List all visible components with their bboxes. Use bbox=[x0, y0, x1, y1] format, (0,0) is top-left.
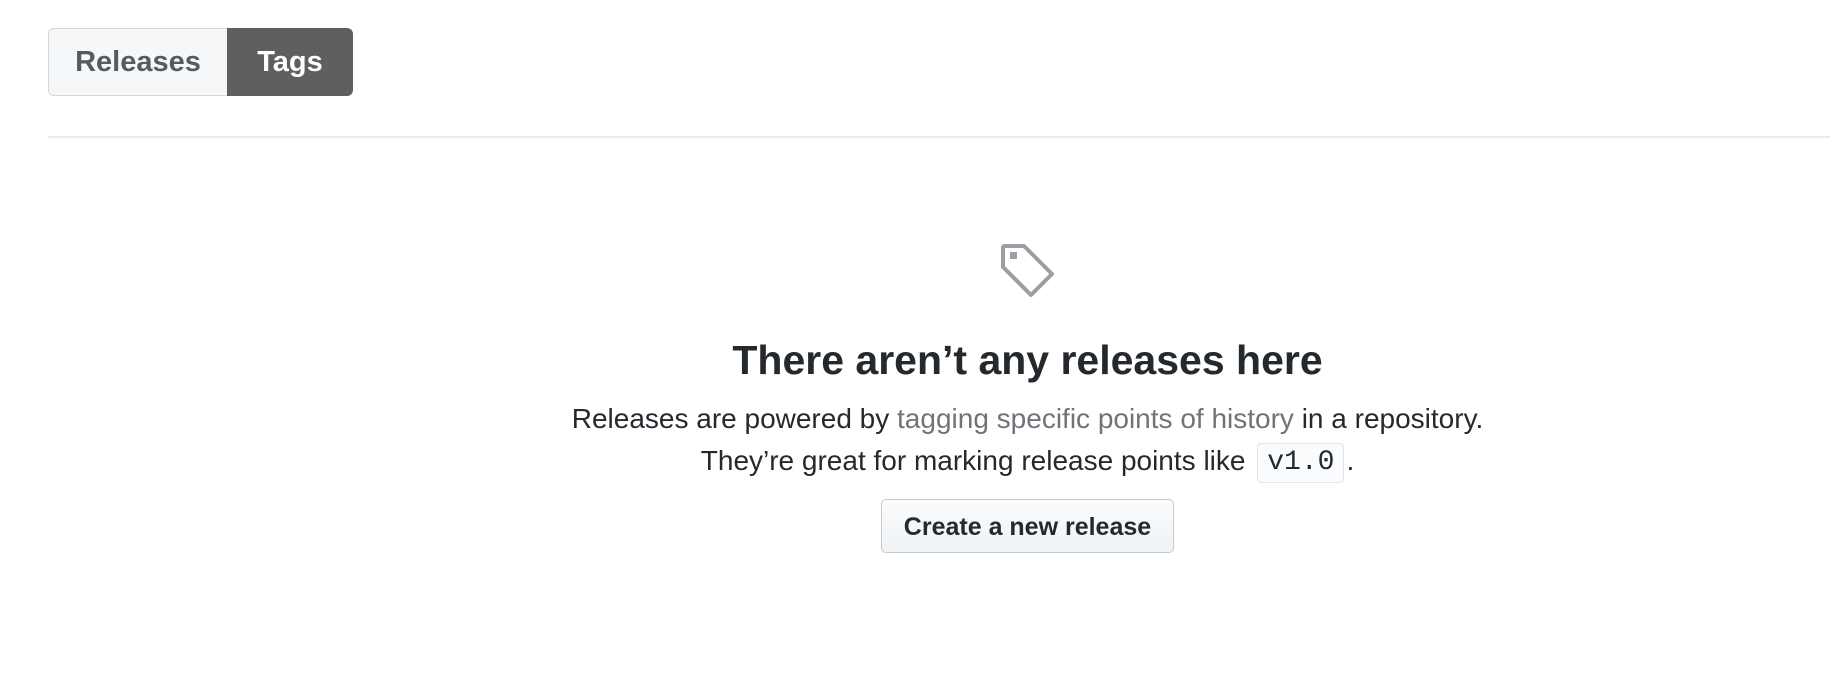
tab-releases[interactable]: Releases bbox=[48, 28, 227, 96]
description-text-3: They’re great for marking release points… bbox=[700, 445, 1254, 476]
empty-state-description: Releases are powered by tagging specific… bbox=[450, 398, 1605, 483]
create-release-button[interactable]: Create a new release bbox=[880, 498, 1175, 553]
description-text-4: . bbox=[1346, 445, 1355, 476]
section-divider bbox=[48, 136, 1830, 138]
description-text-2: in a repository. bbox=[1293, 403, 1484, 434]
releases-tags-switcher: Releases Tags bbox=[48, 28, 353, 96]
tab-tags[interactable]: Tags bbox=[227, 28, 353, 96]
empty-state: There aren’t any releases here Releases … bbox=[450, 240, 1605, 553]
version-example-code: v1.0 bbox=[1257, 442, 1345, 483]
empty-state-title: There aren’t any releases here bbox=[732, 337, 1323, 383]
description-text-1: Releases are powered by bbox=[571, 403, 898, 434]
tag-icon bbox=[1000, 244, 1054, 297]
tagging-help-link[interactable]: tagging specific points of history bbox=[897, 403, 1294, 434]
